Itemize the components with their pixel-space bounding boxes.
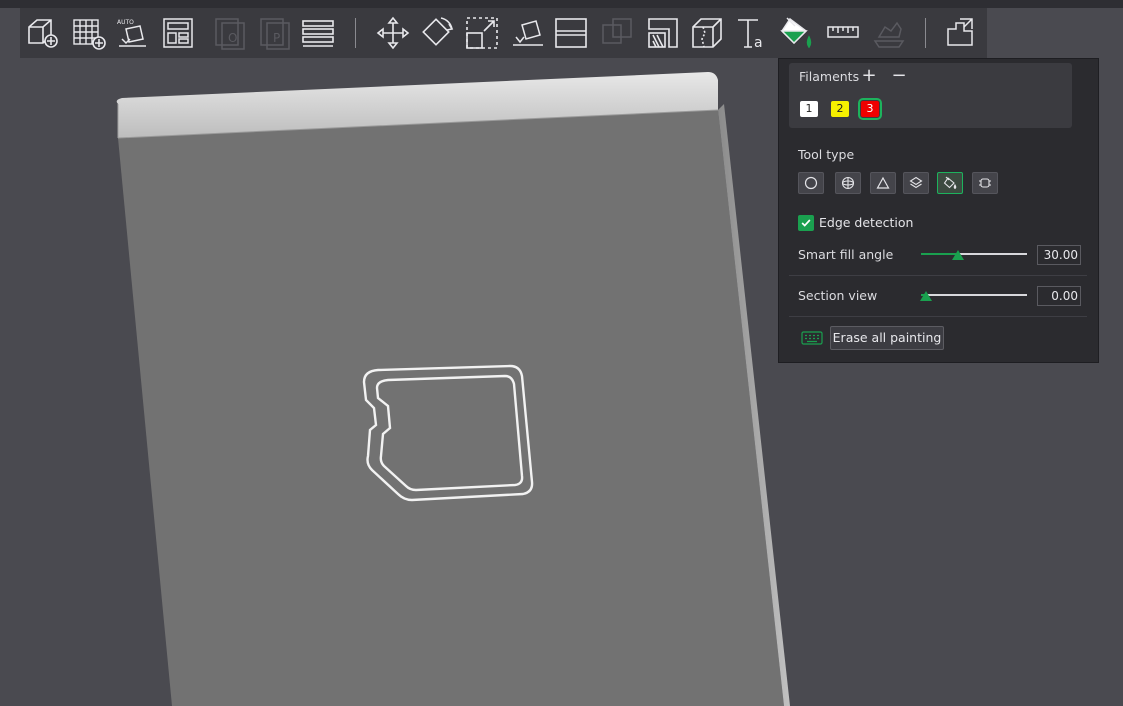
slider-thumb[interactable]	[952, 250, 964, 260]
boolean-icon[interactable]	[598, 14, 636, 52]
cut-icon[interactable]	[552, 14, 590, 52]
assembly-view-icon[interactable]	[941, 14, 979, 52]
slider-thumb[interactable]	[920, 291, 932, 301]
smart-fill-angle-slider[interactable]	[921, 247, 1027, 261]
divider	[789, 275, 1087, 276]
svg-text:O: O	[228, 31, 237, 45]
measure-icon[interactable]	[824, 14, 862, 52]
svg-text:AUTO: AUTO	[117, 19, 134, 26]
scale-icon[interactable]	[463, 14, 501, 52]
filaments-title: Filaments	[799, 69, 860, 84]
section-view-input[interactable]: 0.00	[1037, 286, 1081, 306]
plate-list-icon[interactable]: P	[256, 14, 294, 52]
smart-fill-angle-label: Smart fill angle	[798, 247, 894, 262]
assembly-icon[interactable]	[870, 14, 908, 52]
color-paint-panel: Filaments + − 1 2 3 Tool type Edge detec…	[778, 58, 1099, 363]
toolbar-separator	[925, 18, 926, 48]
tool-type-title: Tool type	[798, 147, 855, 162]
section-view-slider[interactable]	[920, 288, 1027, 302]
triangle-tool-icon[interactable]	[870, 172, 896, 194]
support-paint-icon[interactable]	[644, 14, 682, 52]
divider	[789, 316, 1087, 317]
add-filament-button[interactable]: +	[860, 67, 878, 85]
lay-on-face-icon[interactable]	[509, 14, 547, 52]
rotate-icon[interactable]	[418, 14, 456, 52]
add-object-icon[interactable]	[24, 14, 62, 52]
arrange-icon[interactable]	[159, 14, 197, 52]
filament-swatch-1[interactable]: 1	[800, 101, 818, 117]
svg-text:a: a	[754, 35, 763, 51]
filament-swatch-3[interactable]: 3	[858, 98, 882, 120]
auto-orient-icon[interactable]: AUTO	[115, 14, 153, 52]
object-list-icon[interactable]: O	[211, 14, 249, 52]
filament-swatch-2[interactable]: 2	[831, 101, 849, 117]
title-strip	[0, 0, 1123, 8]
main-toolbar: AUTO O P a	[20, 8, 987, 58]
3d-viewport[interactable]: AUTO O P a Filaments + − 1 2 3 Tool type…	[0, 0, 1123, 706]
gap-fill-tool-icon[interactable]	[972, 172, 998, 194]
color-paint-icon[interactable]	[777, 14, 815, 52]
remove-filament-button[interactable]: −	[890, 67, 908, 85]
smart-fill-angle-input[interactable]: 30.00	[1037, 245, 1081, 265]
svg-text:P: P	[273, 31, 280, 45]
erase-all-painting-button[interactable]: Erase all painting	[830, 326, 944, 350]
slider-track	[921, 294, 1027, 296]
edge-detection-label: Edge detection	[819, 215, 914, 230]
fill-tool-icon[interactable]	[937, 172, 963, 194]
circle-tool-icon[interactable]	[798, 172, 824, 194]
filaments-section: Filaments + − 1 2 3	[789, 63, 1072, 128]
keyboard-shortcuts-icon[interactable]	[801, 331, 823, 345]
seam-paint-icon[interactable]	[688, 14, 726, 52]
layers-icon[interactable]	[299, 14, 337, 52]
toolbar-separator	[355, 18, 356, 48]
add-plate-icon[interactable]	[70, 14, 108, 52]
text-icon[interactable]: a	[733, 14, 771, 52]
move-icon[interactable]	[374, 14, 412, 52]
edge-detection-checkbox[interactable]	[798, 215, 814, 231]
sphere-tool-icon[interactable]	[835, 172, 861, 194]
height-range-tool-icon[interactable]	[903, 172, 929, 194]
section-view-label: Section view	[798, 288, 878, 303]
